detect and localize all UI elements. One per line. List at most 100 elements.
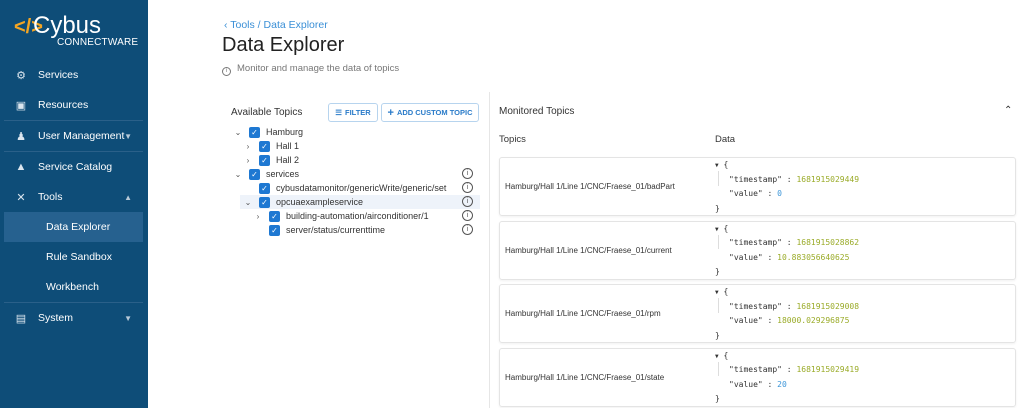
plus-icon: + — [387, 106, 394, 119]
info-icon[interactable]: i — [462, 182, 473, 193]
checkbox[interactable]: ✓ — [259, 196, 270, 208]
label: Hall 2 — [276, 155, 300, 165]
json-viewer: ▼ { "timestamp" : 1681915029449 "value" … — [715, 158, 859, 216]
checkbox[interactable]: ✓ — [259, 154, 270, 166]
filter-icon: ☰ — [335, 108, 343, 117]
shapes-icon: ▲ — [15, 161, 27, 173]
sidebar-item-service-catalog[interactable]: ▲ Service Catalog — [0, 152, 148, 182]
json-close: } — [715, 394, 720, 403]
sidebar-item-resources[interactable]: ▣ Resources — [0, 90, 148, 120]
sidebar-item-user-management[interactable]: ♟ User Management ▼ — [0, 121, 148, 151]
value: 18000.029296875 — [777, 316, 850, 325]
monitored-topic-row[interactable]: Hamburg/Hall 1/Line 1/CNC/Fraese_01/rpm … — [499, 284, 1016, 343]
sidebar-item-tools[interactable]: ✕ Tools ▲ — [0, 182, 148, 212]
json-open[interactable]: ▼ { — [715, 158, 859, 173]
collapse-triangle-icon[interactable]: ▼ — [715, 162, 719, 169]
label: Services — [38, 69, 79, 81]
column-header-data: Data — [715, 134, 736, 145]
label: opcuaexampleservice — [276, 197, 364, 207]
tree-node[interactable]: ⌄ ✓ services — [233, 167, 299, 181]
divider — [489, 92, 490, 408]
monitored-topic-row[interactable]: Hamburg/Hall 1/Line 1/CNC/Fraese_01/curr… — [499, 220, 1016, 280]
tree-node[interactable]: › ✓ building-automation/airconditioner/1 — [253, 209, 429, 223]
info-icon[interactable]: i — [462, 224, 473, 235]
json-open[interactable]: ▼ { — [715, 285, 859, 300]
sidebar-item-services[interactable]: ⚙ Services — [0, 60, 148, 90]
json-open[interactable]: ▼ { — [715, 222, 859, 237]
label: System — [38, 312, 74, 324]
sidebar-item-system[interactable]: ▤ System ▼ — [0, 303, 148, 333]
json-viewer: ▼ { "timestamp" : 1681915028862 "value" … — [715, 222, 859, 280]
json-timestamp: "timestamp" : 1681915028862 — [729, 238, 860, 247]
json-timestamp: "timestamp" : 1681915029008 — [729, 301, 860, 311]
json-guide — [718, 234, 719, 249]
timestamp-value: 1681915029008 — [796, 301, 860, 311]
page-title: Data Explorer — [222, 34, 345, 56]
json-open[interactable]: ▼ { — [715, 349, 859, 364]
checkbox[interactable]: ✓ — [269, 210, 280, 222]
chevron-down-icon[interactable]: ⌄ — [233, 128, 243, 137]
sidebar: </> Cybus CONNECTWARE ⚙ Services ▣ Resourc… — [0, 0, 148, 408]
chevron-down-icon[interactable]: ⌄ — [243, 198, 253, 207]
timestamp-value: 1681915028862 — [796, 238, 860, 247]
tree-node[interactable]: ✓ cybusdatamonitor/genericWrite/generic/s… — [259, 181, 446, 195]
checkbox[interactable]: ✓ — [259, 140, 270, 152]
label: building-automation/airconditioner/1 — [286, 211, 429, 221]
label: Data Explorer — [46, 221, 111, 233]
info-icon[interactable]: i — [462, 196, 473, 207]
checkbox[interactable]: ✓ — [259, 182, 270, 194]
info-icon[interactable]: i — [462, 210, 473, 221]
checkbox[interactable]: ✓ — [249, 126, 260, 138]
tree-node[interactable]: ⌄ ✓ Hamburg — [233, 125, 303, 139]
collapse-chevron-up-icon[interactable]: ⌃ — [1004, 105, 1012, 116]
label: Service Catalog — [38, 161, 113, 173]
filter-button[interactable]: ☰ FILTER — [328, 103, 378, 122]
label: services — [266, 169, 300, 179]
tree-node[interactable]: › ✓ Hall 1 — [243, 139, 299, 153]
topic-name: Hamburg/Hall 1/Line 1/CNC/Fraese_01/curr… — [505, 245, 672, 255]
label: ADD CUSTOM TOPIC — [396, 108, 473, 117]
sidebar-item-rule-sandbox[interactable]: Rule Sandbox — [0, 242, 148, 272]
chevron-down-icon: ▼ — [124, 313, 132, 323]
json-viewer: ▼ { "timestamp" : 1681915029008 "value" … — [715, 285, 859, 343]
chevron-down-icon[interactable]: ⌄ — [233, 170, 243, 179]
checkbox[interactable]: ✓ — [269, 224, 280, 236]
label: User Management — [38, 130, 125, 142]
users-gear-icon: ♟ — [16, 130, 26, 143]
label: FILTER — [345, 108, 371, 117]
info-icon: i — [222, 67, 231, 76]
monitored-topics-title: Monitored Topics — [499, 106, 575, 117]
tree-node[interactable]: › ✓ Hall 2 — [243, 153, 299, 167]
monitored-topic-row[interactable]: Hamburg/Hall 1/Line 1/CNC/Fraese_01/badP… — [499, 157, 1016, 216]
info-icon[interactable]: i — [462, 168, 473, 179]
monitored-topic-row[interactable]: Hamburg/Hall 1/Line 1/CNC/Fraese_01/stat… — [499, 347, 1016, 407]
breadcrumb-current[interactable]: Data Explorer — [264, 19, 328, 31]
json-timestamp: "timestamp" : 1681915029419 — [729, 365, 860, 374]
chevron-right-icon[interactable]: › — [243, 142, 253, 151]
json-close: } — [715, 203, 720, 213]
json-guide — [718, 361, 719, 376]
tree-node[interactable]: ⌄ ✓ opcuaexampleservice — [243, 195, 363, 209]
breadcrumb: ‹ Tools / Data Explorer — [224, 19, 328, 31]
available-topics-title: Available Topics — [231, 107, 303, 118]
json-value: "value" : 20 — [729, 379, 787, 389]
value: 20 — [777, 379, 787, 389]
add-custom-topic-button[interactable]: + ADD CUSTOM TOPIC — [381, 103, 479, 122]
tree-node[interactable]: ✓ server/status/currenttime — [269, 223, 385, 237]
sidebar-item-data-explorer[interactable]: Data Explorer — [4, 212, 143, 242]
collapse-triangle-icon[interactable]: ▼ — [715, 226, 719, 233]
chevron-down-icon: ▼ — [124, 131, 132, 141]
sidebar-item-workbench[interactable]: Workbench — [0, 272, 148, 302]
collapse-triangle-icon[interactable]: ▼ — [715, 353, 719, 360]
chevron-right-icon[interactable]: › — [253, 212, 263, 221]
breadcrumb-tools-link[interactable]: Tools — [230, 19, 255, 31]
value: 0 — [777, 189, 782, 198]
chevron-up-icon: ▲ — [124, 192, 132, 202]
label: Tools — [38, 191, 63, 203]
checkbox[interactable]: ✓ — [249, 168, 260, 180]
gears-icon: ⚙ — [16, 69, 26, 82]
timestamp-value: 1681915029449 — [796, 174, 860, 184]
chevron-right-icon[interactable]: › — [243, 156, 253, 165]
json-value: "value" : 18000.029296875 — [729, 316, 850, 325]
collapse-triangle-icon[interactable]: ▼ — [715, 289, 719, 296]
